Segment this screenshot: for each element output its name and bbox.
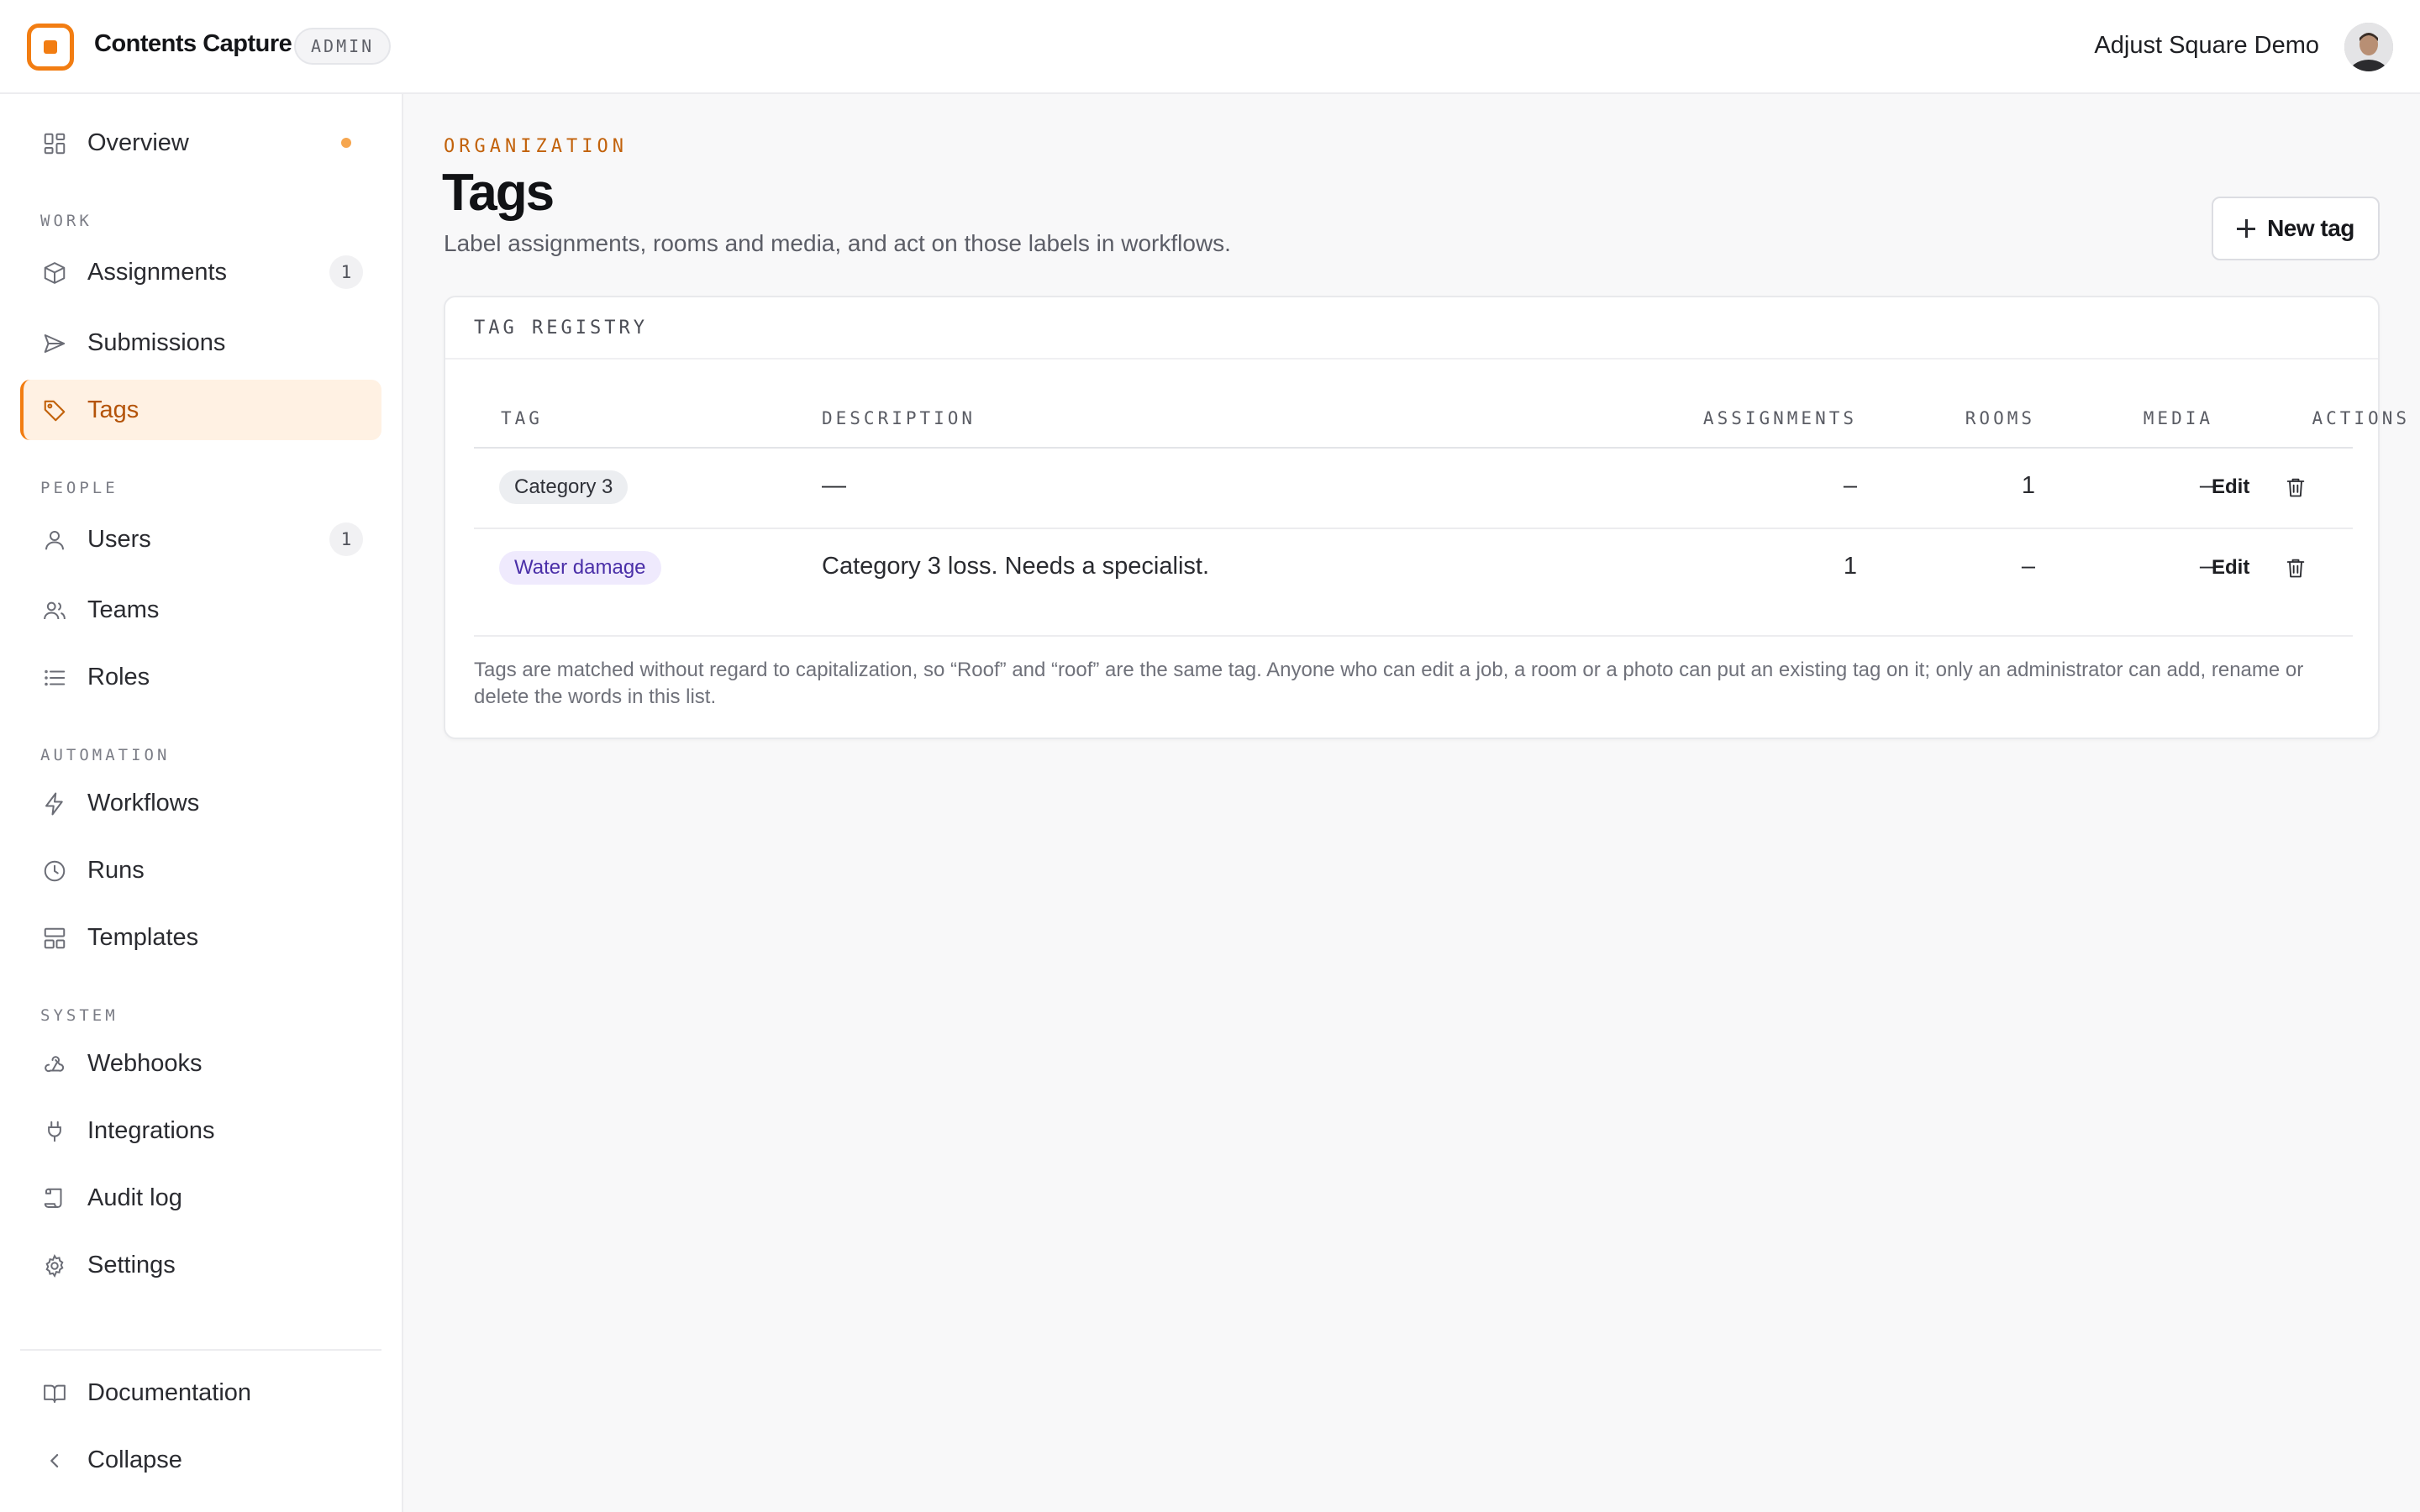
user-icon [42,528,67,553]
admin-badge: ADMIN [294,28,392,65]
sidebar-item-tags[interactable]: Tags [20,380,381,440]
send-icon [42,331,67,356]
media-count: – [2199,553,2213,580]
sidebar-item-label: Documentation [87,1379,252,1406]
edit-button[interactable]: Edit [2212,475,2249,499]
sidebar-item-label: Webhooks [87,1050,203,1077]
header-divider [474,447,2353,449]
tag-description: — [822,472,846,499]
users-count-badge: 1 [329,522,363,556]
sidebar-item-documentation[interactable]: Documentation [20,1362,381,1423]
scroll-icon [42,1186,67,1211]
sidebar-item-label: Overview [87,129,189,156]
sidebar-item-users[interactable]: Users 1 [20,509,381,570]
page-title: Tags [442,164,555,222]
sidebar-item-label: Audit log [87,1184,182,1211]
grid-icon [42,131,67,156]
account-name[interactable]: Adjust Square Demo [2094,32,2319,60]
row-divider [474,528,2353,529]
section-label-work: WORK [40,212,92,230]
sidebar-item-label: Roles [87,664,150,690]
sidebar-item-workflows[interactable]: Workflows [20,773,381,833]
sidebar-item-teams[interactable]: Teams [20,580,381,640]
sidebar-item-label: Integrations [87,1117,215,1144]
tag-description: Category 3 loss. Needs a specialist. [822,553,1209,580]
card-title: TAG REGISTRY [474,318,648,339]
sidebar-item-label: Workflows [87,790,200,816]
sidebar-item-label: Tags [87,396,139,423]
chevron-left-icon [42,1448,67,1473]
user-avatar[interactable] [2344,23,2393,71]
plus-icon [2237,219,2256,238]
assignments-count: 1 [1843,553,1857,580]
plug-icon [42,1119,67,1144]
sidebar-item-label: Users [87,526,151,553]
page-eyebrow: ORGANIZATION [444,136,628,157]
card-header: TAG REGISTRY [445,297,2378,360]
new-tag-button[interactable]: New tag [2212,197,2380,260]
app-logo-icon[interactable] [27,24,74,71]
list-icon [42,665,67,690]
top-bar: Contents Capture ADMIN Adjust Square Dem… [0,0,2420,94]
sidebar-item-webhooks[interactable]: Webhooks [20,1033,381,1094]
sidebar-item-roles[interactable]: Roles [20,647,381,707]
webhook-icon [42,1052,67,1077]
sidebar-item-audit-log[interactable]: Audit log [20,1168,381,1228]
sidebar-item-label: Collapse [87,1446,182,1473]
edit-button[interactable]: Edit [2212,556,2249,580]
tag-chip[interactable]: Water damage [499,551,661,585]
sidebar-item-collapse[interactable]: Collapse [20,1430,381,1490]
column-header-actions: ACTIONS [2312,408,2410,428]
rooms-count: – [2021,553,2035,580]
app-name[interactable]: Contents Capture [94,30,292,58]
sidebar-item-label: Templates [87,924,199,951]
sidebar-item-label: Runs [87,857,145,884]
sidebar-item-label: Submissions [87,329,226,356]
column-header-media: MEDIA [2143,408,2213,428]
sidebar-item-submissions[interactable]: Submissions [20,312,381,373]
gear-icon [42,1253,67,1278]
column-header-tag: TAG [501,408,543,428]
assignments-count: – [1843,472,1857,499]
trash-icon[interactable] [2284,475,2307,500]
sidebar-item-templates[interactable]: Templates [20,907,381,968]
rooms-count: 1 [2021,472,2035,499]
column-header-assignments: ASSIGNMENTS [1702,408,1857,428]
section-label-automation: AUTOMATION [40,746,171,764]
sidebar-item-label: Teams [87,596,160,623]
tag-registry-card: TAG REGISTRY TAG DESCRIPTION ASSIGNMENTS… [444,296,2407,739]
sidebar-item-integrations[interactable]: Integrations [20,1100,381,1161]
book-icon [42,1381,67,1406]
sidebar-item-label: Settings [87,1252,176,1278]
section-label-system: SYSTEM [40,1006,118,1025]
row-divider [474,635,2353,637]
sidebar-divider [20,1349,381,1351]
sidebar-item-overview[interactable]: Overview [20,113,381,173]
column-header-description: DESCRIPTION [822,408,976,428]
users-icon [42,598,67,623]
assignments-count-badge: 1 [329,255,363,289]
cube-icon [42,260,67,286]
registry-footnote: Tags are matched without regard to capit… [474,659,2304,708]
notification-dot [341,138,351,148]
section-label-people: PEOPLE [40,479,118,497]
column-header-rooms: ROOMS [1965,408,2035,428]
sidebar-item-runs[interactable]: Runs [20,840,381,900]
trash-icon[interactable] [2284,555,2307,580]
media-count: – [2199,472,2213,499]
tag-icon [42,398,67,423]
lightning-icon [42,791,67,816]
sidebar-item-label: Assignments [87,259,228,286]
layout-icon [42,926,67,951]
clock-icon [42,858,67,884]
page-subtitle: Label assignments, rooms and media, and … [444,230,1231,256]
new-tag-button-label: New tag [2267,215,2354,241]
sidebar: Overview WORK Assignments 1 Submissions … [0,94,403,1512]
sidebar-item-settings[interactable]: Settings [20,1235,381,1295]
sidebar-item-assignments[interactable]: Assignments 1 [20,242,381,302]
tag-chip[interactable]: Category 3 [499,470,629,504]
